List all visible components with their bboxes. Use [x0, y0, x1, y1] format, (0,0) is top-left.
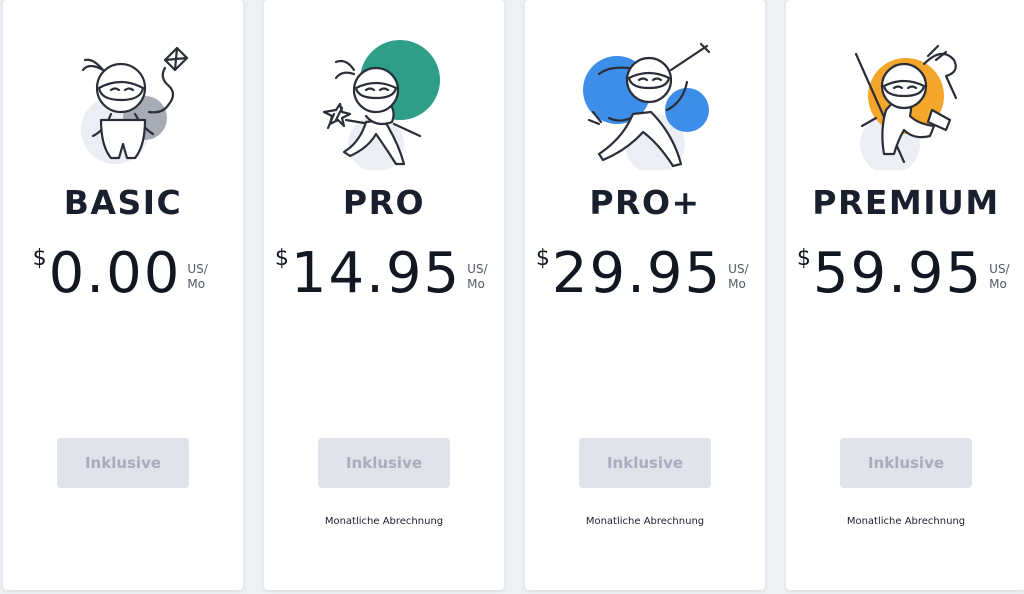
price-unit-currency: US/: [467, 262, 488, 276]
price-amount: 29.95: [551, 241, 723, 306]
price-unit-currency: US/: [187, 262, 208, 276]
price-unit-period: Mo: [989, 277, 1007, 291]
price-unit: US/ Mo: [187, 262, 213, 292]
price-unit-currency: US/: [728, 262, 749, 276]
currency-symbol: $: [535, 246, 550, 271]
inklusive-button[interactable]: Inklusive: [579, 438, 711, 488]
price: $ 0.00 US/ Mo: [3, 242, 243, 306]
ninja-sword-icon: [583, 42, 711, 170]
currency-symbol: $: [796, 246, 811, 271]
price-unit-period: Mo: [187, 277, 206, 291]
price-amount: 0.00: [48, 241, 182, 306]
plan-name: PRO+: [589, 183, 701, 222]
price-unit: US/ Mo: [989, 262, 1015, 292]
price-unit-period: Mo: [728, 277, 746, 291]
currency-symbol: $: [32, 246, 47, 271]
price-amount: 14.95: [290, 241, 462, 306]
billing-note: Monatliche Abrechnung: [585, 516, 705, 527]
price: $ 29.95 US/ Mo: [525, 242, 765, 306]
price-unit: US/ Mo: [728, 262, 754, 292]
price-unit: US/ Mo: [467, 262, 493, 292]
plan-card-pro-plus: PRO+ $ 29.95 US/ Mo Inklusive Monatliche…: [525, 0, 765, 590]
ninja-staff-icon: [854, 44, 958, 170]
ninja-shuriken-icon: [322, 40, 440, 170]
inklusive-button[interactable]: Inklusive: [318, 438, 450, 488]
inklusive-button[interactable]: Inklusive: [57, 438, 189, 488]
plan-name: BASIC: [63, 183, 183, 222]
price-unit-currency: US/: [989, 262, 1010, 276]
price: $ 14.95 US/ Mo: [264, 242, 504, 306]
inklusive-button[interactable]: Inklusive: [840, 438, 972, 488]
price-amount: 59.95: [812, 241, 984, 306]
billing-note: Monatliche Abrechnung: [324, 516, 444, 527]
currency-symbol: $: [274, 246, 289, 271]
plan-card-pro: PRO $ 14.95 US/ Mo Inklusive Monatliche …: [264, 0, 504, 590]
billing-note: Monatliche Abrechnung: [846, 516, 966, 527]
price: $ 59.95 US/ Mo: [786, 242, 1024, 306]
price-unit-period: Mo: [467, 277, 485, 291]
plan-name: PRO: [342, 183, 426, 222]
plan-name: PREMIUM: [812, 183, 1000, 222]
ninja-kite-icon: [81, 46, 189, 164]
plan-card-premium: PREMIUM $ 59.95 US/ Mo Inklusive Monatli…: [786, 0, 1024, 590]
plan-card-basic: BASIC $ 0.00 US/ Mo Inklusive: [3, 0, 243, 590]
